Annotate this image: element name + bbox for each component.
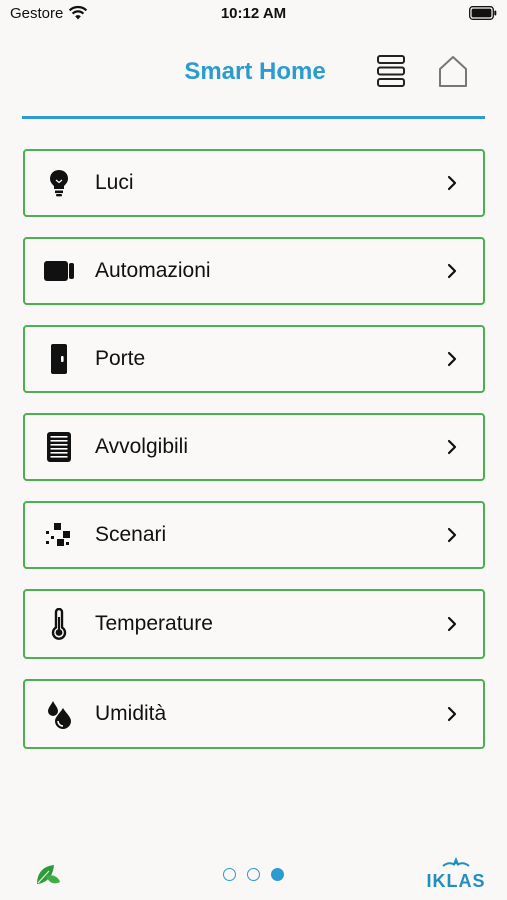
- chevron-right-icon: [447, 175, 457, 191]
- status-bar: Gestore 10:12 AM: [0, 0, 507, 30]
- menu-item-temperature[interactable]: Temperature: [23, 589, 485, 659]
- menu-button[interactable]: [372, 52, 412, 92]
- page-indicator[interactable]: [220, 868, 292, 882]
- battery-icon: [469, 6, 497, 20]
- page-dot-2[interactable]: [247, 868, 260, 881]
- menu-item-label: Porte: [95, 347, 146, 370]
- chevron-right-icon: [447, 439, 457, 455]
- brand-logo: IKLAS: [417, 856, 495, 892]
- door-icon: [51, 344, 67, 374]
- brand-logo-mark: [442, 857, 470, 867]
- menu-item-label: Luci: [95, 171, 134, 194]
- chevron-right-icon: [447, 616, 457, 632]
- chevron-right-icon: [447, 527, 457, 543]
- page-title: Smart Home: [184, 58, 326, 85]
- menu-item-porte[interactable]: Porte: [23, 325, 485, 393]
- menu-item-umidita[interactable]: Umidità: [23, 679, 485, 749]
- menu-item-avvolgibili[interactable]: Avvolgibili: [23, 413, 485, 481]
- scenario-icon: [46, 523, 70, 546]
- status-time: 10:12 AM: [220, 5, 287, 22]
- humidity-icon: [48, 701, 71, 729]
- menu-item-label: Automazioni: [95, 259, 211, 282]
- menu-list: Luci Automazioni Porte Avvolgibili Scena…: [23, 149, 485, 769]
- page-dot-3-active[interactable]: [271, 868, 284, 881]
- screen: Gestore 10:12 AM Smart Home Luci Automaz…: [0, 0, 507, 900]
- menu-item-scenari[interactable]: Scenari: [23, 501, 485, 569]
- menu-item-label: Umidità: [95, 702, 167, 725]
- menu-item-label: Avvolgibili: [95, 435, 188, 458]
- brand-name: IKLAS: [426, 871, 486, 891]
- app-header: Smart Home: [0, 44, 507, 104]
- menu-item-automazioni[interactable]: Automazioni: [23, 237, 485, 305]
- menu-item-label: Temperature: [95, 612, 213, 635]
- automation-icon: [44, 261, 74, 281]
- home-icon: [439, 56, 467, 87]
- bulb-icon: [50, 170, 68, 197]
- home-button[interactable]: [434, 52, 474, 92]
- leaf-icon: [37, 865, 60, 884]
- menu-icon: [377, 55, 405, 87]
- thermometer-icon: [51, 608, 67, 640]
- menu-item-luci[interactable]: Luci: [23, 149, 485, 217]
- header-divider: [22, 116, 485, 119]
- chevron-right-icon: [447, 351, 457, 367]
- shutter-icon: [47, 432, 71, 462]
- chevron-right-icon: [447, 263, 457, 279]
- chevron-right-icon: [447, 706, 457, 722]
- menu-item-label: Scenari: [95, 523, 167, 546]
- page-dot-1[interactable]: [223, 868, 236, 881]
